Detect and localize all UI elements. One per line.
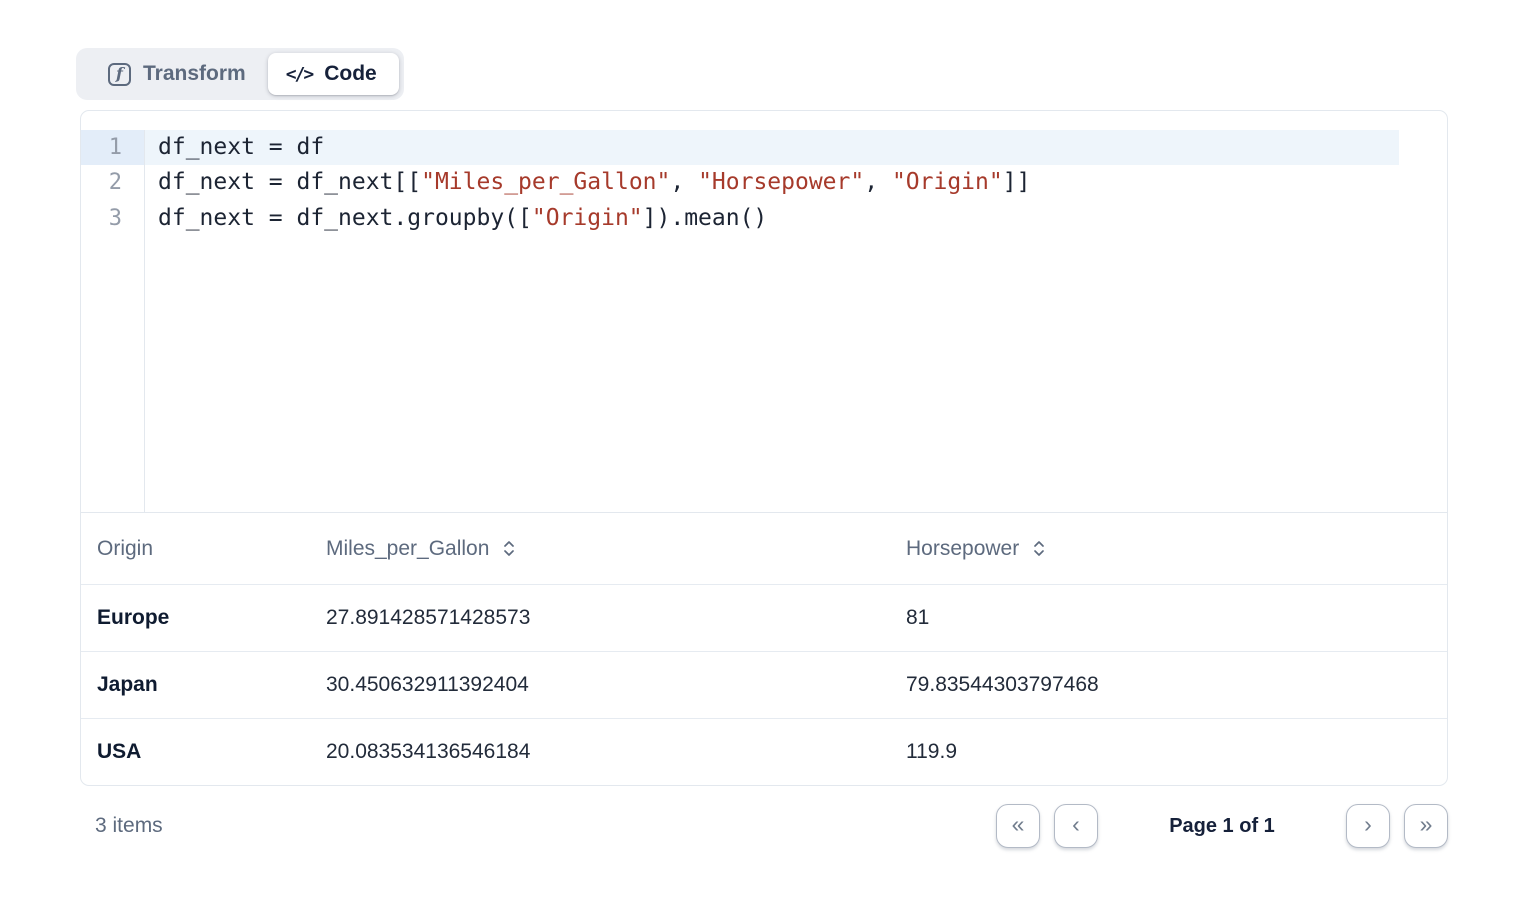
pagination: « ‹ Page 1 of 1 › » — [996, 804, 1448, 848]
cell-horsepower: 79.83544303797468 — [906, 673, 1431, 697]
function-icon: f — [108, 63, 131, 86]
code-editor[interactable]: 123 df_next = df df_next = df_next[["Mile… — [81, 111, 1447, 513]
code-line[interactable]: df_next = df_next.groupby(["Origin"]).me… — [145, 201, 1447, 236]
cell-miles-per-gallon: 20.083534136546184 — [326, 740, 906, 764]
table-footer: 3 items « ‹ Page 1 of 1 › » — [80, 793, 1448, 859]
tab-code[interactable]: </> Code — [268, 53, 399, 95]
code-token: , — [670, 169, 698, 195]
code-line[interactable]: df_next = df_next[["Miles_per_Gallon", "… — [145, 165, 1447, 200]
column-header-horsepower[interactable]: Horsepower — [906, 537, 1431, 561]
prev-page-button[interactable]: ‹ — [1054, 804, 1098, 848]
column-label: Horsepower — [906, 537, 1019, 561]
code-string-token: "Miles_per_Gallon" — [421, 169, 670, 195]
line-number: 1 — [81, 130, 144, 165]
page-indicator: Page 1 of 1 — [1108, 815, 1336, 838]
code-token: ]] — [1003, 169, 1031, 195]
cell-origin: Europe — [97, 606, 326, 630]
code-icon: </> — [286, 64, 313, 85]
sort-icon[interactable] — [1032, 538, 1046, 559]
tab-transform[interactable]: f Transform — [81, 53, 268, 95]
code-token: , — [864, 169, 892, 195]
cell-horsepower: 119.9 — [906, 740, 1431, 764]
code-string-token: "Origin" — [892, 169, 1003, 195]
tab-code-label: Code — [324, 62, 377, 86]
code-token: df_next = df — [158, 134, 324, 160]
code-string-token: "Origin" — [532, 205, 643, 231]
result-table: OriginMiles_per_GallonHorsepower Europe2… — [81, 513, 1447, 785]
cell-origin: USA — [97, 740, 326, 764]
tab-transform-label: Transform — [143, 62, 246, 86]
code-token: df_next = df_next.groupby([ — [158, 205, 532, 231]
code-token: ]).mean() — [643, 205, 768, 231]
code-string-token: "Horsepower" — [698, 169, 864, 195]
column-header-miles_per_gallon[interactable]: Miles_per_Gallon — [326, 537, 906, 561]
cell-origin: Japan — [97, 673, 326, 697]
table-body: Europe27.89142857142857381Japan30.450632… — [81, 584, 1447, 785]
view-mode-tabs: f Transform </> Code — [76, 48, 404, 100]
code-token: df_next = df_next[[ — [158, 169, 421, 195]
line-number: 2 — [81, 165, 144, 200]
first-page-button[interactable]: « — [996, 804, 1040, 848]
column-label: Miles_per_Gallon — [326, 537, 489, 561]
table-row: Japan30.45063291139240479.83544303797468 — [81, 651, 1447, 718]
code-line[interactable]: df_next = df — [145, 130, 1399, 165]
cell-miles-per-gallon: 30.450632911392404 — [326, 673, 906, 697]
last-page-button[interactable]: » — [1404, 804, 1448, 848]
next-page-button[interactable]: › — [1346, 804, 1390, 848]
transform-panel: 123 df_next = df df_next = df_next[["Mile… — [80, 110, 1448, 786]
column-header-origin: Origin — [97, 537, 326, 561]
editor-content[interactable]: df_next = df df_next = df_next[["Miles_pe… — [145, 130, 1447, 512]
editor-gutter: 123 — [81, 130, 145, 512]
column-label: Origin — [97, 537, 153, 561]
table-row: Europe27.89142857142857381 — [81, 584, 1447, 651]
cell-horsepower: 81 — [906, 606, 1431, 630]
items-count: 3 items — [80, 814, 163, 838]
table-row: USA20.083534136546184119.9 — [81, 718, 1447, 785]
sort-icon[interactable] — [502, 538, 516, 559]
cell-miles-per-gallon: 27.891428571428573 — [326, 606, 906, 630]
table-header-row: Origin Miles_per_Gallon Horsepower — [81, 513, 1447, 584]
line-number: 3 — [81, 201, 144, 236]
